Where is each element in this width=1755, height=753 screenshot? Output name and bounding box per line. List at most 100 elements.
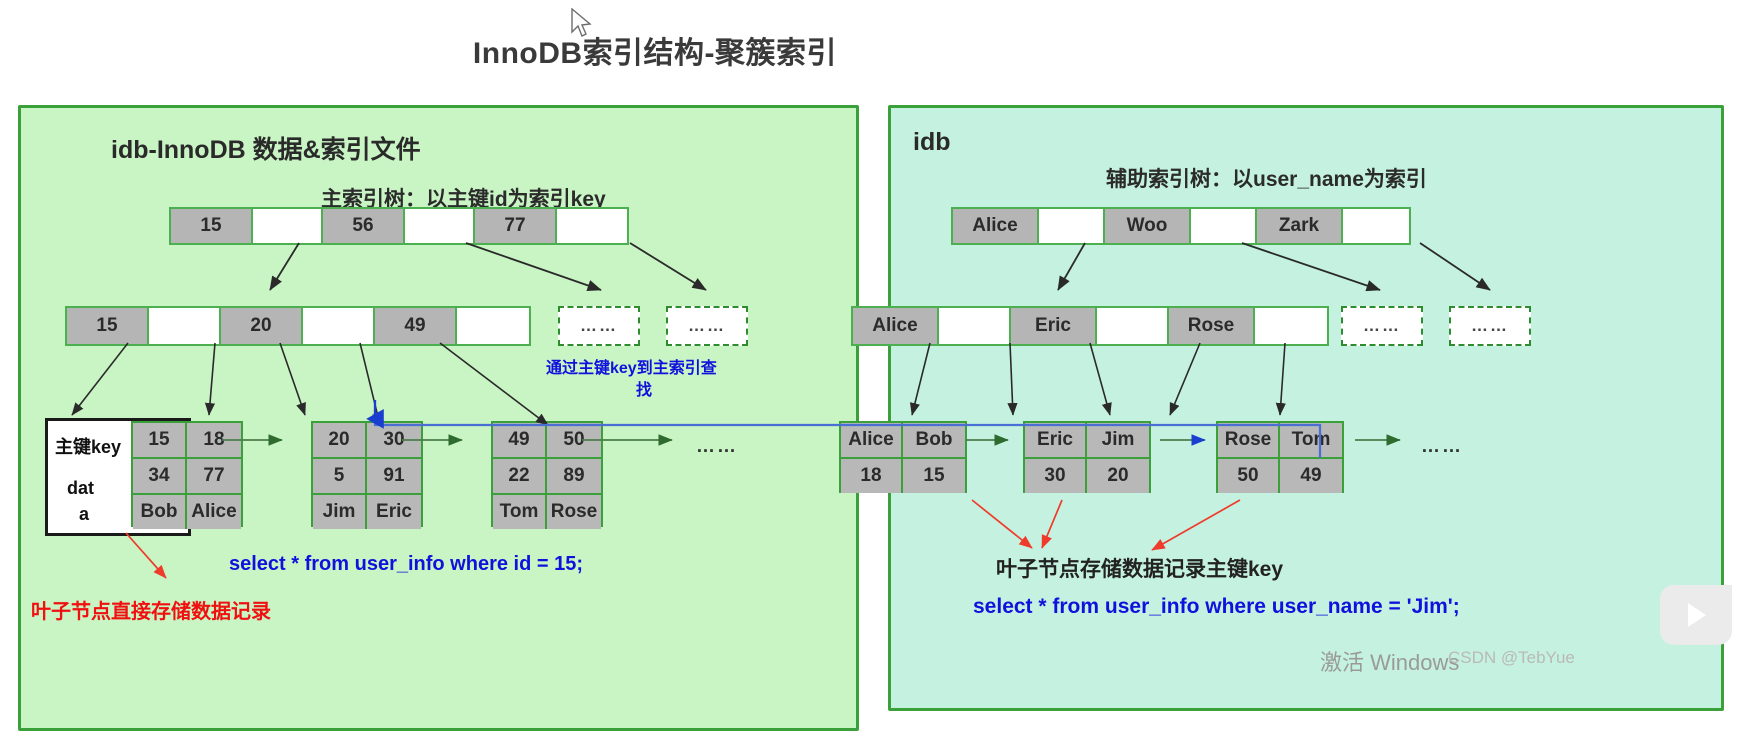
right-leaf-0-row-values: 18 15 [841,459,965,493]
left-leaf-2-data2-0: Tom [493,495,547,529]
left-root-cell-0: 15 [171,209,253,243]
right-leaf-2-row-keys: Rose Tom [1218,423,1342,459]
left-leaf-1-row-keys: 20 30 [313,423,421,459]
right-level2-cell-2: Eric [1011,308,1097,344]
right-level2-node: Alice Eric Rose [851,306,1329,346]
right-leaf-0-key-1: Bob [903,423,965,457]
left-leaf-2-key-0: 49 [493,423,547,457]
left-leaf-node-0: 15 18 34 77 Bob Alice [131,421,243,529]
right-root-cell-4: Zark [1257,209,1343,243]
right-leaf-1-key-1: Jim [1087,423,1149,457]
left-leaf-0-data1-0: 34 [133,459,187,493]
left-annotation-primary-lookup-line1: 通过主键key到主索引查 [546,360,717,377]
left-leaf-node-2: 49 50 22 89 Tom Rose [491,421,603,529]
left-leaf-2-data1-1: 89 [547,459,601,493]
left-leaf-0-row-data2: Bob Alice [133,495,241,529]
right-level2-dashed-1: …… [1449,306,1531,346]
left-label-primary-key: 主键key [55,437,122,457]
right-leaf-tail-ellipsis: …… [1421,436,1463,457]
left-leaf-1-data1-1: 91 [367,459,421,493]
right-level2-cell-3 [1097,308,1169,344]
csdn-credit-watermark: CSDN @TebYue [1448,648,1575,667]
right-tree-caption: 辅助索引树：以user_name为索引 [1106,168,1427,191]
right-level2-cell-5 [1255,308,1327,344]
left-label-data-line1: dat [67,478,94,498]
right-leaf-2-key-1: Tom [1280,423,1342,457]
right-leaf-node-2: Rose Tom 50 49 [1216,421,1344,493]
left-leaf-2-key-1: 50 [547,423,601,457]
right-root-cell-3 [1191,209,1257,243]
left-root-cell-1 [253,209,323,243]
right-leaf-1-value-1: 20 [1087,459,1149,493]
left-leaf-0-data1-1: 77 [187,459,241,493]
right-leaf-1-value-0: 30 [1025,459,1087,493]
right-root-cell-2: Woo [1105,209,1191,243]
left-leaf-tail-ellipsis: …… [696,436,738,457]
left-panel-clustered-index: idb-InnoDB 数据&索引文件 主索引树：以主键id为索引key 15 5… [18,105,859,731]
left-leaf-1-key-0: 20 [313,423,367,457]
right-leaf-2-row-values: 50 49 [1218,459,1342,493]
left-leaf-0-row-keys: 15 18 [133,423,241,459]
right-leaf-node-0: Alice Bob 18 15 [839,421,967,493]
left-level2-cell-4: 49 [375,308,457,344]
player-logo-badge [1660,585,1732,645]
left-leaf-1-row-data1: 5 91 [313,459,421,495]
windows-activation-watermark: 激活 Windows [1320,650,1460,675]
right-root-node: Alice Woo Zark [951,207,1411,245]
left-annotation-primary-lookup-line2: 找 [636,382,653,399]
right-panel-secondary-index: idb 辅助索引树：以user_name为索引 Alice Woo Zark A… [839,105,1724,711]
left-level2-cell-0: 15 [67,308,149,344]
left-leaf-2-data1-0: 22 [493,459,547,493]
right-root-cell-1 [1039,209,1105,243]
left-leaf-0-data2-0: Bob [133,495,187,529]
right-leaf-0-value-1: 15 [903,459,965,493]
right-leaf-2-value-0: 50 [1218,459,1280,493]
diagram-canvas: InnoDB索引结构-聚簇索引 idb-InnoDB 数据&索引文件 主索引树：… [0,0,1755,753]
left-file-label: idb-InnoDB 数据&索引文件 [111,136,421,164]
left-label-data-line2: a [79,504,90,524]
left-level2-node: 15 20 49 [65,306,531,346]
right-file-label: idb [913,128,951,156]
left-leaf-2-row-data2: Tom Rose [493,495,601,529]
left-level2-dashed-1: …… [666,306,748,346]
right-leaf-1-row-values: 30 20 [1025,459,1149,493]
left-leaf-1-key-1: 30 [367,423,421,457]
left-level2-cell-5 [457,308,529,344]
left-root-cell-5 [557,209,627,243]
left-root-cell-3 [405,209,475,243]
right-annotation-sql: select * from user_info where user_name … [973,595,1460,618]
right-leaf-2-key-0: Rose [1218,423,1280,457]
left-leaf-node-1: 20 30 5 91 Jim Eric [311,421,423,529]
right-level2-dashed-0: …… [1341,306,1423,346]
right-leaf-0-key-0: Alice [841,423,903,457]
right-level2-cell-1 [939,308,1011,344]
right-level2-cell-4: Rose [1169,308,1255,344]
left-leaf-0-key-0: 15 [133,423,187,457]
left-level2-dashed-0: …… [558,306,640,346]
right-leaf-0-row-keys: Alice Bob [841,423,965,459]
left-root-node: 15 56 77 [169,207,629,245]
right-leaf-2-value-1: 49 [1280,459,1342,493]
left-annotation-sql: select * from user_info where id = 15; [229,553,584,575]
left-level2-cell-3 [303,308,375,344]
left-leaf-1-data2-0: Jim [313,495,367,529]
left-leaf-0-key-1: 18 [187,423,241,457]
right-root-cell-5 [1343,209,1409,243]
left-root-cell-4: 77 [475,209,557,243]
right-leaf-0-value-0: 18 [841,459,903,493]
left-leaf-2-row-data1: 22 89 [493,459,601,495]
right-leaf-1-row-keys: Eric Jim [1025,423,1149,459]
left-annotation-leaf-stores-data: 叶子节点直接存储数据记录 [31,601,271,623]
right-leaf-node-1: Eric Jim 30 20 [1023,421,1151,493]
left-leaf-0-row-data1: 34 77 [133,459,241,495]
left-leaf-2-row-keys: 49 50 [493,423,601,459]
right-annotation-leaf-stores-pk: 叶子节点存储数据记录主键key [996,558,1284,581]
left-leaf-1-data2-1: Eric [367,495,421,529]
left-leaf-0-data2-1: Alice [187,495,241,529]
left-level2-cell-1 [149,308,221,344]
right-root-cell-0: Alice [953,209,1039,243]
page-title: InnoDB索引结构-聚簇索引 [472,37,838,70]
left-level2-cell-2: 20 [221,308,303,344]
left-root-cell-2: 56 [323,209,405,243]
right-leaf-1-key-0: Eric [1025,423,1087,457]
